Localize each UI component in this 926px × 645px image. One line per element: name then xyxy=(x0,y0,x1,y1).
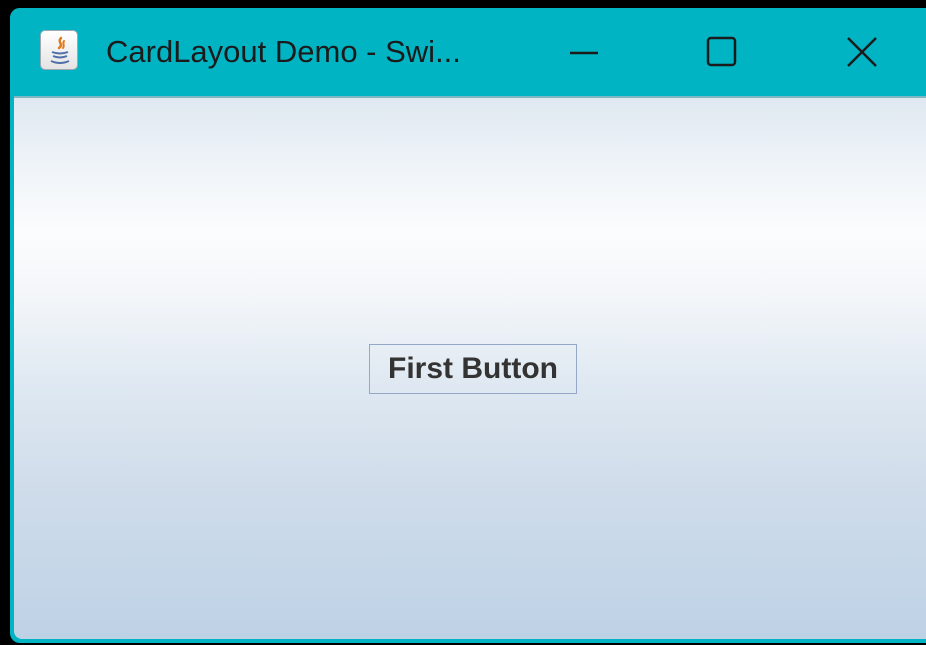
window-title: CardLayout Demo - Swi... xyxy=(106,34,461,69)
card-panel: First Button xyxy=(14,96,926,639)
title-bar[interactable]: CardLayout Demo - Swi... xyxy=(10,8,926,96)
first-button[interactable]: First Button xyxy=(369,344,577,394)
maximize-button[interactable] xyxy=(692,24,752,80)
java-icon[interactable] xyxy=(40,30,78,70)
minimize-button[interactable] xyxy=(554,24,614,80)
minimize-icon xyxy=(570,51,598,55)
app-window: CardLayout Demo - Swi... First Button xyxy=(10,8,926,643)
close-button[interactable] xyxy=(832,24,892,80)
maximize-icon xyxy=(706,36,737,67)
close-icon xyxy=(847,37,877,67)
